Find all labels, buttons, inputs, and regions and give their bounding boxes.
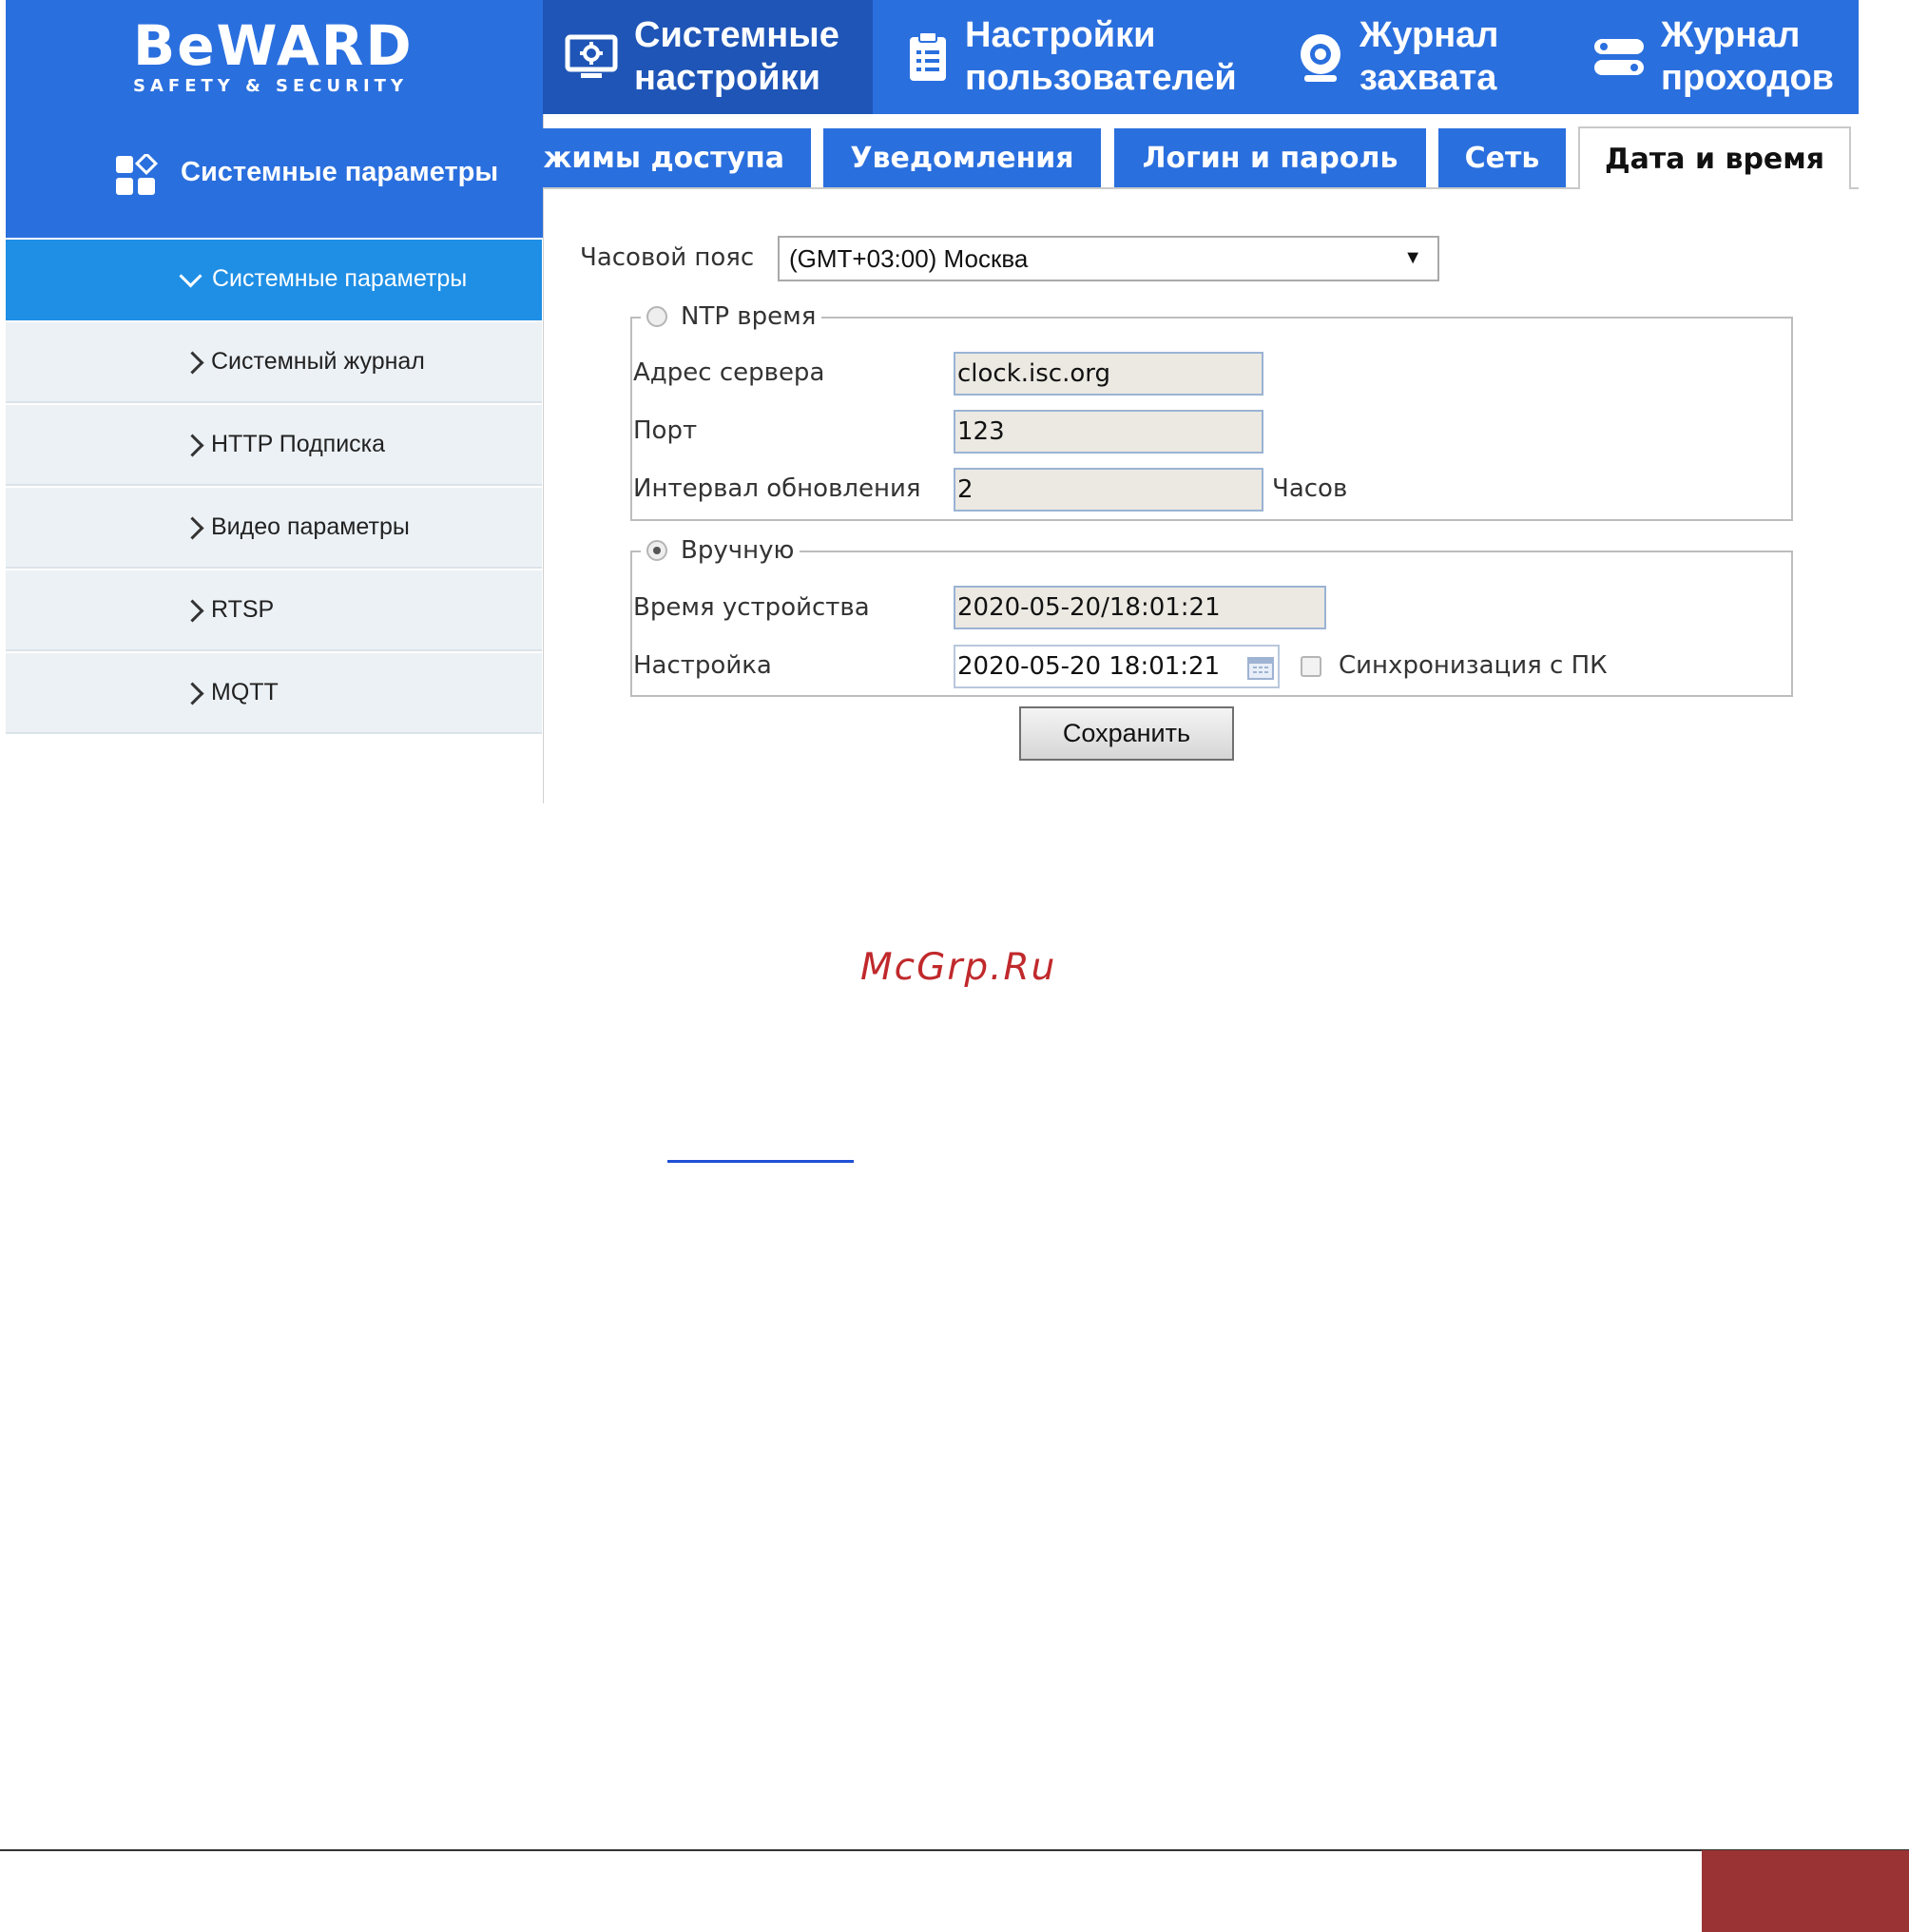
chevron-down-icon <box>179 264 202 288</box>
timezone-select[interactable]: (GMT+03:00) Москва ▼ <box>778 236 1439 281</box>
ntp-legend-label: NTP время <box>681 302 817 331</box>
nav-user-settings[interactable]: Настройки пользователей <box>906 0 1248 114</box>
sync-pc-checkbox[interactable] <box>1301 656 1321 677</box>
chevron-right-icon <box>181 516 204 540</box>
sidebar-item-system-log[interactable]: Системный журнал <box>6 322 542 403</box>
sidebar-item-rtsp[interactable]: RTSP <box>6 570 542 651</box>
camera-icon <box>1301 34 1340 82</box>
sidebar-item-http-subscription[interactable]: HTTP Подписка <box>6 405 542 486</box>
setting-label: Настройка <box>633 651 772 680</box>
tab-login-password[interactable]: Логин и пароль <box>1114 128 1426 187</box>
nav-capture-log-label: Журнал захвата <box>1359 15 1499 98</box>
server-address-input[interactable]: clock.isc.org <box>954 352 1263 396</box>
device-time-label: Время устройства <box>633 593 870 622</box>
setting-datetime-value: 2020-05-20 18:01:21 <box>957 652 1221 681</box>
update-interval-input[interactable]: 2 <box>954 468 1263 512</box>
update-interval-label: Интервал обновления <box>633 474 921 503</box>
sidebar-item-label: MQTT <box>211 679 279 705</box>
device-time-input: 2020-05-20/18:01:21 <box>954 586 1326 629</box>
footer-divider <box>0 1849 1909 1851</box>
apps-icon <box>116 154 159 195</box>
sidebar-item-video-parameters[interactable]: Видео параметры <box>6 488 542 569</box>
manual-legend-label: Вручную <box>681 536 795 565</box>
nav-system-settings[interactable]: Системные настройки <box>543 0 873 114</box>
manual-radio[interactable] <box>646 540 667 561</box>
sidebar-item-label: RTSP <box>211 596 275 623</box>
port-label: Порт <box>633 416 698 445</box>
sidebar-item-system-parameters[interactable]: Системные параметры <box>6 240 542 320</box>
nav-user-settings-label: Настройки пользователей <box>965 15 1237 98</box>
calendar-icon[interactable] <box>1247 655 1274 680</box>
ntp-legend[interactable]: NTP время <box>641 299 822 335</box>
sidebar-item-label: Системный журнал <box>211 348 425 375</box>
toggle-icon <box>1594 39 1644 75</box>
sidebar-item-label: Системные параметры <box>212 265 468 292</box>
dropdown-arrow-icon: ▼ <box>1403 247 1422 268</box>
setting-datetime-input[interactable]: 2020-05-20 18:01:21 <box>954 645 1280 688</box>
port-input[interactable]: 123 <box>954 410 1263 454</box>
sidebar-item-mqtt[interactable]: MQTT <box>6 653 542 734</box>
timezone-value: (GMT+03:00) Москва <box>789 243 1029 273</box>
tab-date-time[interactable]: Дата и время <box>1578 126 1851 189</box>
watermark: McGrp.Ru <box>860 946 1057 989</box>
tab-network[interactable]: Сеть <box>1438 128 1566 187</box>
nav-system-settings-label: Системные настройки <box>634 15 839 98</box>
nav-pass-log-label: Журнал проходов <box>1661 15 1835 98</box>
tab-notifications[interactable]: Уведомления <box>823 128 1101 187</box>
sidebar-item-label: Видео параметры <box>211 513 410 540</box>
link-underline <box>667 1160 854 1163</box>
interval-unit-label: Часов <box>1272 474 1348 503</box>
chevron-right-icon <box>181 351 204 375</box>
monitor-gear-icon <box>565 34 618 78</box>
beward-logo: BeWARD <box>133 13 414 78</box>
chevron-right-icon <box>181 682 204 705</box>
chevron-right-icon <box>181 434 204 457</box>
sync-pc-label: Синхронизация с ПК <box>1339 651 1608 680</box>
timezone-label: Часовой пояс <box>580 243 755 272</box>
nav-capture-log[interactable]: Журнал захвата <box>1297 0 1591 114</box>
server-address-label: Адрес сервера <box>633 358 825 387</box>
ntp-radio[interactable] <box>646 306 667 327</box>
clipboard-icon <box>910 31 946 81</box>
footer-block <box>1702 1850 1909 1932</box>
manual-legend[interactable]: Вручную <box>641 532 800 569</box>
nav-pass-log[interactable]: Журнал проходов <box>1592 0 1859 114</box>
sidebar-item-label: HTTP Подписка <box>211 431 386 457</box>
sidebar-header-label: Системные параметры <box>181 157 499 187</box>
logo-tagline: SAFETY & SECURITY <box>133 76 408 96</box>
top-navigation: Системные настройки Настройки пользовате… <box>543 0 1859 114</box>
chevron-right-icon <box>181 599 204 623</box>
tab-access-modes[interactable]: жимы доступа <box>543 128 811 187</box>
save-button[interactable]: Сохранить <box>1019 706 1234 761</box>
